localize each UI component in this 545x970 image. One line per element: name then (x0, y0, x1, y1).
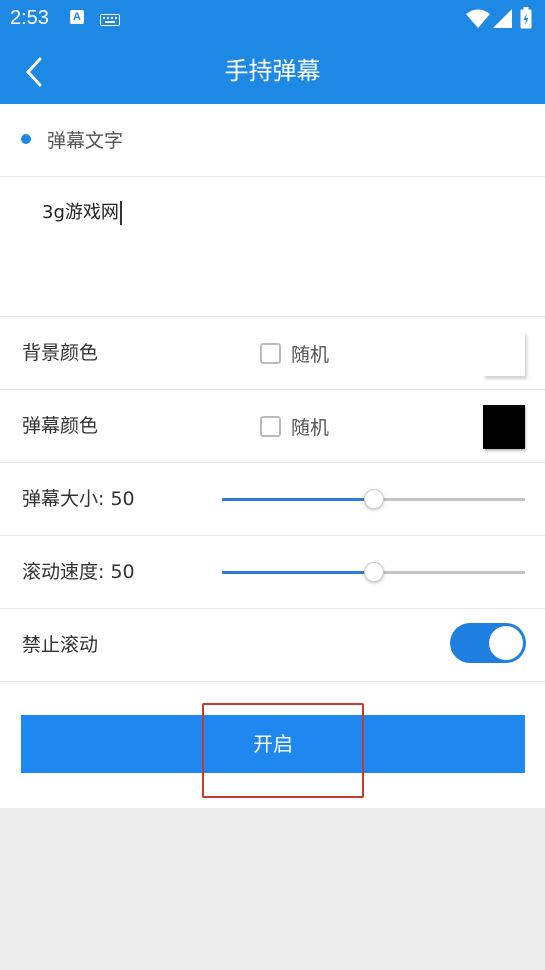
danmaku-size-slider[interactable] (222, 489, 525, 509)
slider-fill (222, 571, 374, 574)
danmaku-random-label: 随机 (291, 416, 330, 439)
background-color-label: 背景颜色 (22, 342, 99, 364)
a-icon: A (70, 10, 84, 24)
scroll-speed-label: 滚动速度: 50 (22, 561, 135, 583)
wifi-icon (466, 9, 490, 33)
slider-thumb[interactable] (364, 489, 384, 509)
back-button[interactable] (14, 52, 54, 92)
disable-scroll-toggle[interactable] (450, 623, 526, 663)
disable-scroll-row: 禁止滚动 (0, 609, 545, 682)
status-time: 2:53 (10, 7, 49, 29)
checkbox-icon[interactable] (260, 415, 281, 437)
danmaku-color-label: 弹幕颜色 (22, 415, 99, 437)
danmaku-size-row: 弹幕大小: 50 (0, 463, 545, 536)
scroll-speed-row: 滚动速度: 50 (0, 536, 545, 609)
slider-fill (222, 498, 374, 501)
danmaku-color-row: 弹幕颜色 随机 (0, 390, 545, 463)
background-color-swatch[interactable] (483, 332, 525, 376)
signal-icon (492, 9, 512, 33)
checkbox-icon[interactable] (260, 342, 281, 364)
start-button[interactable]: 开启 (21, 715, 525, 773)
bullet-dot-icon (21, 134, 31, 144)
background-random-label: 随机 (291, 343, 330, 366)
danmaku-random-checkbox[interactable]: 随机 (260, 413, 329, 439)
disable-scroll-label: 禁止滚动 (22, 634, 99, 656)
app-bar: 手持弹幕 (0, 38, 545, 104)
danmaku-size-label: 弹幕大小: 50 (22, 488, 135, 510)
toggle-knob (489, 626, 523, 660)
background-color-row: 背景颜色 随机 (0, 317, 545, 390)
chevron-left-icon (26, 57, 42, 87)
battery-icon (520, 7, 532, 33)
page-title: 手持弹幕 (224, 57, 321, 85)
status-bar: 2:53 A (0, 0, 545, 38)
danmaku-text-value[interactable]: 3g游戏网 (42, 201, 122, 225)
settings-panel: 弹幕文字 3g游戏网 背景颜色 随机 弹幕颜色 随机 弹幕大小: 50 滚动速度… (0, 104, 545, 808)
danmaku-color-swatch[interactable] (483, 405, 525, 449)
text-section-title: 弹幕文字 (47, 130, 124, 152)
keyboard-icon (100, 11, 120, 30)
background-random-checkbox[interactable]: 随机 (260, 340, 329, 366)
danmaku-text-input[interactable]: 3g游戏网 (0, 177, 545, 317)
scroll-speed-slider[interactable] (222, 562, 525, 582)
slider-thumb[interactable] (364, 562, 384, 582)
text-section-header: 弹幕文字 (0, 104, 545, 177)
